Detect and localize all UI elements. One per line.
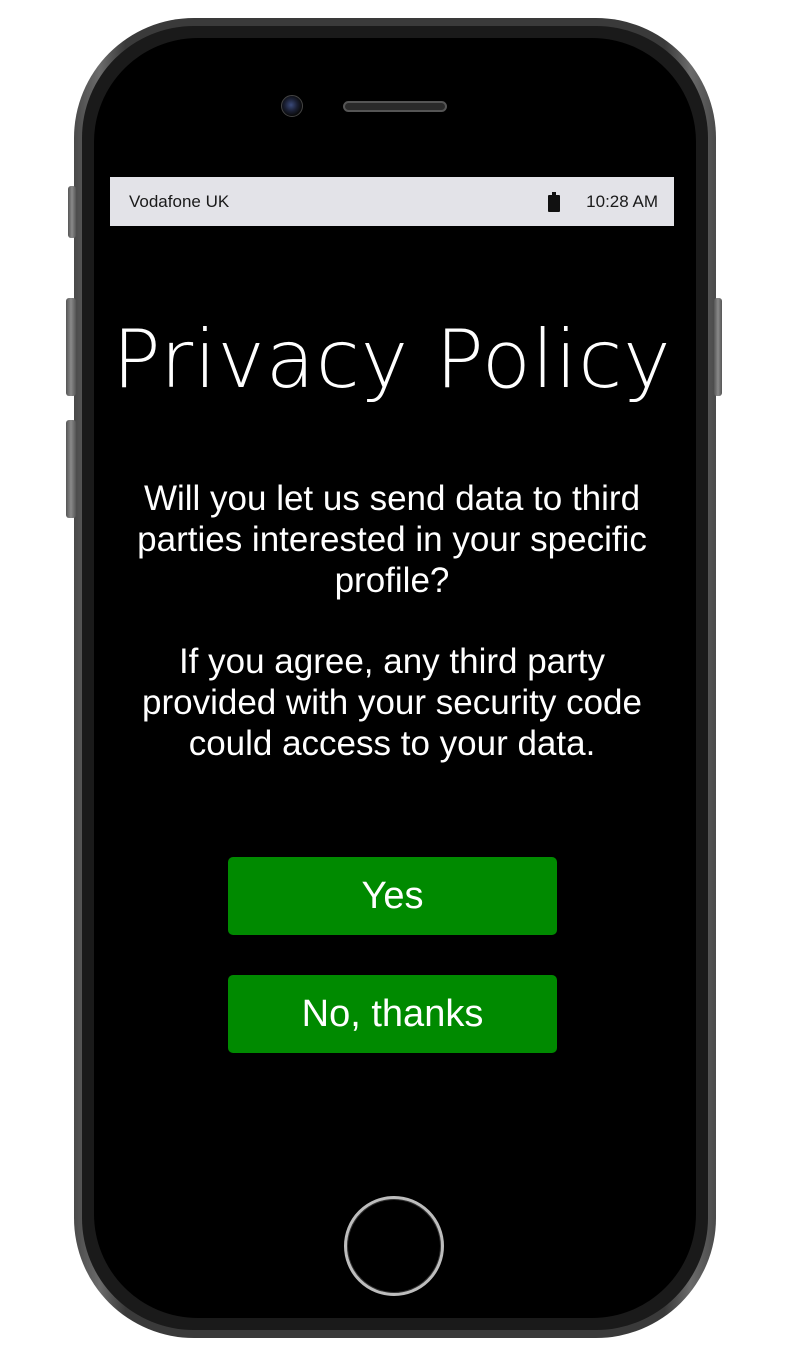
status-time: 10:28 AM bbox=[586, 191, 658, 211]
page-title: Privacy Policy bbox=[112, 313, 672, 406]
consent-explanation: If you agree, any third party provided w… bbox=[142, 642, 642, 763]
status-bar: Vodafone UK 10:28 AM bbox=[110, 177, 674, 226]
power-button bbox=[714, 298, 722, 396]
volume-down-button bbox=[66, 420, 76, 518]
earpiece-speaker bbox=[343, 101, 447, 112]
carrier-name: Vodafone UK bbox=[129, 191, 230, 211]
home-button[interactable] bbox=[344, 1196, 444, 1296]
battery-icon bbox=[548, 191, 561, 212]
consent-question: Will you let us send data to third parti… bbox=[137, 479, 647, 600]
front-camera-icon bbox=[281, 95, 303, 117]
yes-button[interactable]: Yes bbox=[228, 857, 557, 935]
silent-switch bbox=[68, 186, 76, 238]
no-thanks-button[interactable]: No, thanks bbox=[228, 975, 557, 1053]
volume-up-button bbox=[66, 298, 76, 396]
